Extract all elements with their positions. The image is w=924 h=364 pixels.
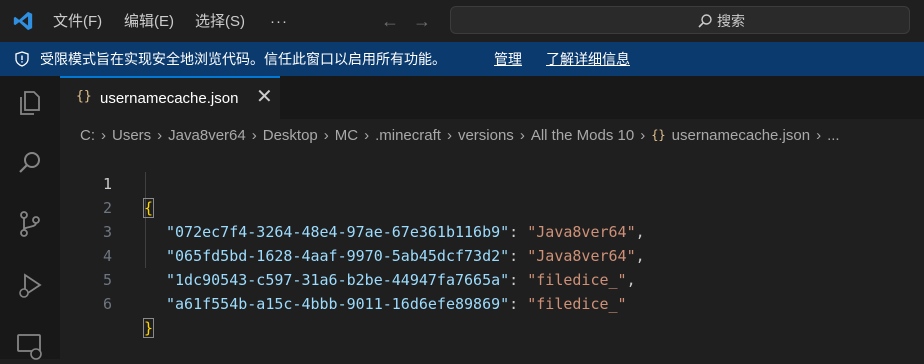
menu-file[interactable]: 文件(F) [53, 12, 102, 32]
json-file-icon: {} [76, 89, 92, 104]
title-bar: 文件(F) 编辑(E) 选择(S) ··· ← → 搜索 [0, 0, 924, 42]
breadcrumb: C: › Users › Java8ver64 › Desktop › MC › .min… [80, 124, 840, 146]
code-line: 2 "072ec7f4-3264-48e4-97ae-67e361b116b9"… [60, 172, 924, 241]
search-label: 搜索 [717, 13, 745, 29]
arrow-left-icon[interactable]: ← [381, 11, 399, 31]
breadcrumb-item-more[interactable]: ... [827, 127, 840, 144]
breadcrumb-item-versions[interactable]: versions [458, 127, 514, 144]
breadcrumb-item-file[interactable]: usernamecache.json [672, 127, 810, 144]
search-icon [698, 14, 712, 28]
json-colon: : [509, 295, 528, 313]
tab-usernamecache[interactable]: {} usernamecache.json ✕ [60, 76, 280, 119]
chevron-right-icon: › [323, 126, 329, 144]
code-line: 3 "065fd5bd-1628-4aaf-9970-5ab45dcf73d2"… [60, 196, 924, 265]
chevron-right-icon: › [816, 126, 822, 144]
breadcrumb-item-minecraft[interactable]: .minecraft [375, 127, 441, 144]
activity-bar [0, 76, 60, 362]
chevron-right-icon: › [640, 126, 646, 144]
json-key: "a61f554b-a15c-4bbb-9011-16d6efe89869" [166, 295, 510, 313]
breadcrumb-item-mc[interactable]: MC [335, 127, 358, 144]
code-editor[interactable]: 1 { 2 "072ec7f4-3264-48e4-97ae-67e361b11… [60, 148, 924, 359]
code-line: 5 "a61f554b-a15c-4bbb-9011-16d6efe89869"… [60, 244, 924, 313]
breadcrumb-item-drive[interactable]: C: [80, 127, 95, 144]
breadcrumb-item-modpack[interactable]: All the Mods 10 [531, 127, 634, 144]
breadcrumb-item-desktop[interactable]: Desktop [263, 127, 318, 144]
close-icon[interactable]: ✕ [256, 86, 273, 108]
breadcrumb-item-users[interactable]: Users [112, 127, 151, 144]
chevron-right-icon: › [101, 126, 106, 144]
chevron-right-icon: › [157, 126, 163, 144]
breadcrumb-item-user[interactable]: Java8ver64 [168, 127, 246, 144]
tab-bar: {} usernamecache.json ✕ [60, 76, 924, 119]
chevron-right-icon: › [364, 126, 370, 144]
line-number: 6 [102, 295, 112, 313]
code-line: 1 { [60, 148, 924, 218]
banner-message: 受限模式旨在实现安全地浏览代码。信任此窗口以启用所有功能。 [40, 51, 446, 67]
code-line: 4 "1dc90543-c597-31a6-b2be-44947fa7665a"… [60, 220, 924, 289]
shield-icon [15, 51, 29, 67]
chevron-right-icon: › [446, 126, 452, 144]
command-center-search[interactable]: 搜索 [450, 6, 910, 34]
arrow-right-icon[interactable]: → [413, 11, 431, 31]
run-debug-icon[interactable] [15, 271, 45, 301]
search-icon[interactable] [15, 148, 45, 178]
learn-more-link[interactable]: 了解详细信息 [546, 51, 630, 67]
json-file-icon: {} [651, 128, 666, 142]
manage-link[interactable]: 管理 [494, 51, 522, 67]
source-control-icon[interactable] [15, 209, 45, 239]
remote-explorer-icon[interactable] [15, 332, 45, 362]
json-value: "filedice_" [527, 295, 627, 313]
code-line: 6 } [60, 268, 924, 338]
menu-more[interactable]: ··· [270, 12, 288, 32]
chevron-right-icon: › [251, 126, 257, 144]
tab-title: usernamecache.json [100, 90, 239, 107]
close-brace: } [142, 318, 155, 338]
menu-edit[interactable]: 编辑(E) [124, 12, 174, 32]
restricted-mode-banner: 受限模式旨在实现安全地浏览代码。信任此窗口以启用所有功能。 管理 了解详细信息 [0, 42, 924, 76]
vscode-logo-icon [13, 11, 33, 31]
chevron-right-icon: › [519, 126, 525, 144]
files-icon[interactable] [15, 88, 45, 118]
menu-select[interactable]: 选择(S) [195, 12, 245, 32]
